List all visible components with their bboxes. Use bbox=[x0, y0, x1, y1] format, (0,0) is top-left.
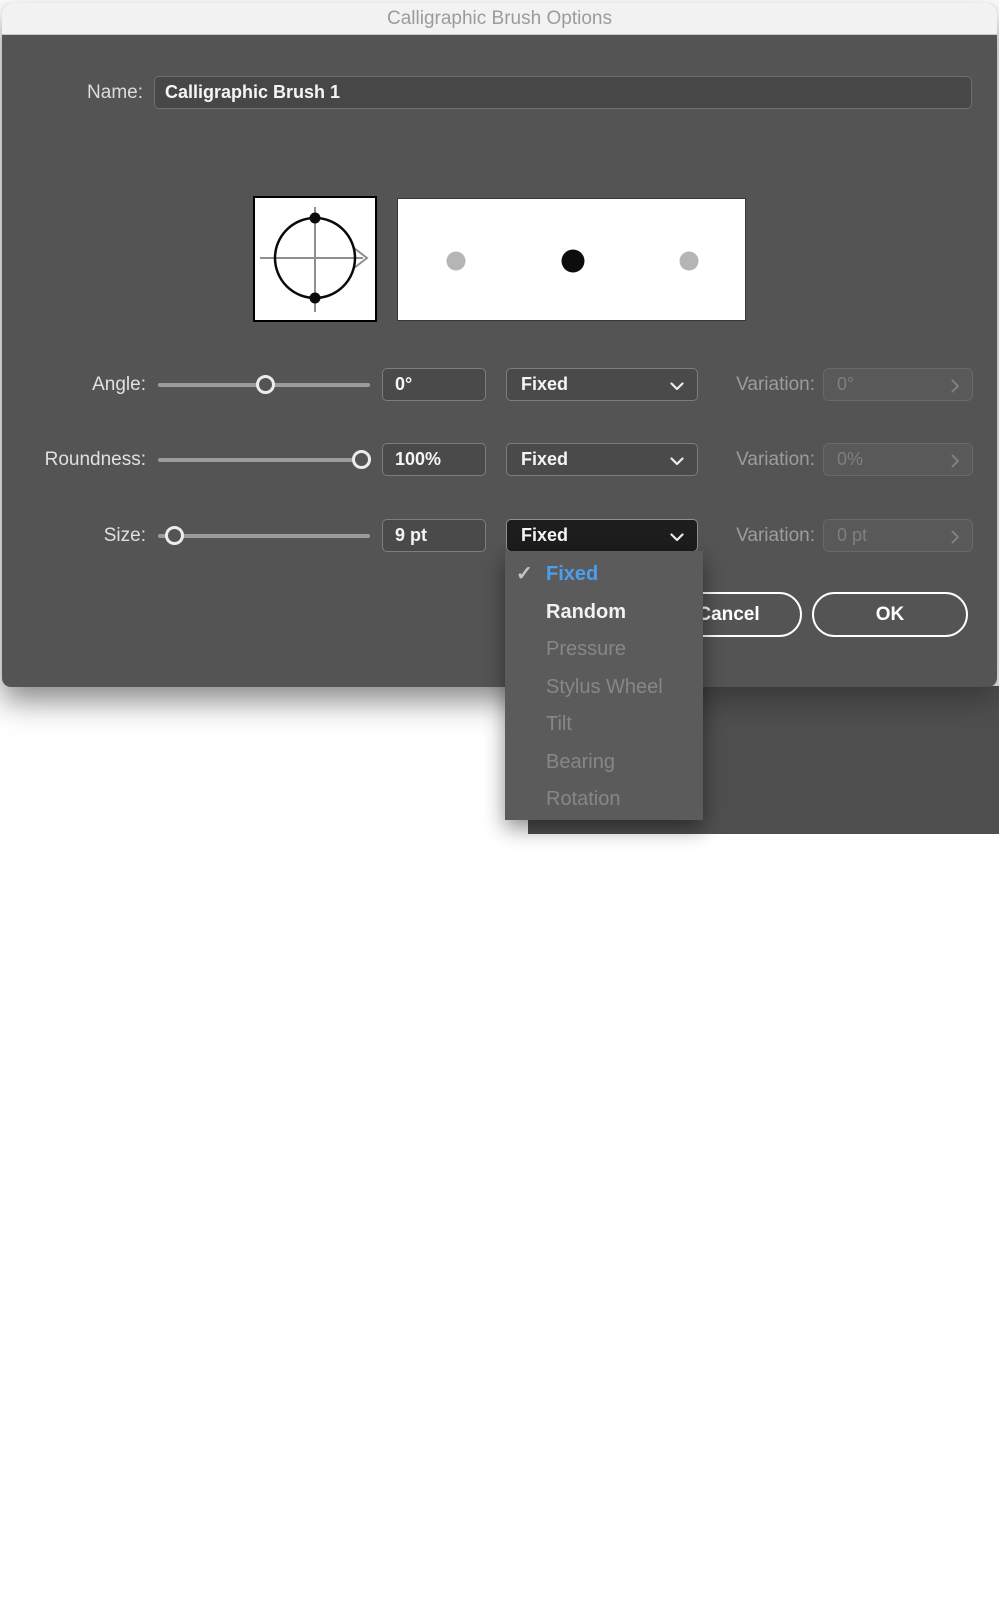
size-variation-value: 0 pt bbox=[837, 525, 867, 545]
roundness-row: Roundness: 100% Fixed Variation: 0% bbox=[2, 443, 997, 476]
angle-value-field[interactable]: 0° bbox=[382, 368, 486, 401]
roundness-slider[interactable] bbox=[158, 443, 370, 476]
checkmark-icon: ✓ bbox=[516, 556, 540, 594]
menu-item-tilt: Tilt bbox=[505, 706, 703, 744]
calligraphic-brush-options-dialog: Calligraphic Brush Options Name: Calligr… bbox=[2, 3, 997, 687]
roundness-slider-thumb[interactable] bbox=[352, 450, 371, 469]
size-label: Size: bbox=[2, 519, 146, 552]
chevron-right-icon bbox=[951, 454, 960, 468]
menu-item-bearing: Bearing bbox=[505, 744, 703, 782]
dialog-titlebar: Calligraphic Brush Options bbox=[2, 3, 997, 35]
roundness-mode-value: Fixed bbox=[521, 449, 568, 469]
menu-item-random[interactable]: Random bbox=[505, 594, 703, 632]
chevron-right-icon bbox=[951, 379, 960, 393]
roundness-value-field[interactable]: 100% bbox=[382, 443, 486, 476]
ok-button[interactable]: OK bbox=[812, 592, 968, 637]
angle-variation-value: 0° bbox=[837, 374, 854, 394]
brush-tip-diagram-graphic bbox=[255, 198, 375, 320]
angle-mode-value: Fixed bbox=[521, 374, 568, 394]
menu-item-label: Rotation bbox=[546, 788, 621, 810]
dialog-title: Calligraphic Brush Options bbox=[387, 8, 612, 30]
angle-variation-field: 0° bbox=[823, 368, 973, 401]
menu-item-stylus-wheel: Stylus Wheel bbox=[505, 669, 703, 707]
size-variation-label: Variation: bbox=[632, 519, 815, 552]
angle-slider[interactable] bbox=[158, 368, 370, 401]
menu-item-label: Bearing bbox=[546, 751, 615, 773]
name-label: Name: bbox=[2, 76, 143, 109]
size-value-field[interactable]: 9 pt bbox=[382, 519, 486, 552]
menu-item-label: Random bbox=[546, 601, 626, 623]
menu-item-pressure: Pressure bbox=[505, 631, 703, 669]
menu-item-label: Tilt bbox=[546, 713, 572, 735]
size-row: Size: 9 pt Fixed Variation: 0 pt bbox=[2, 519, 997, 552]
brush-preview-strip bbox=[397, 198, 746, 321]
angle-label: Angle: bbox=[2, 368, 146, 401]
brush-tip-diagram[interactable] bbox=[253, 196, 377, 322]
angle-row: Angle: 0° Fixed Variation: 0° bbox=[2, 368, 997, 401]
angle-variation-label: Variation: bbox=[632, 368, 815, 401]
name-input[interactable]: Calligraphic Brush 1 bbox=[154, 76, 972, 109]
size-slider[interactable] bbox=[158, 519, 370, 552]
size-variation-field: 0 pt bbox=[823, 519, 973, 552]
chevron-right-icon bbox=[951, 530, 960, 544]
menu-item-fixed[interactable]: ✓ Fixed bbox=[505, 556, 703, 594]
roundness-slider-track[interactable] bbox=[158, 458, 370, 462]
roundness-variation-label: Variation: bbox=[632, 443, 815, 476]
menu-item-label: Pressure bbox=[546, 638, 626, 660]
brush-preview-dots bbox=[398, 199, 745, 320]
size-mode-menu: ✓ Fixed Random Pressure Stylus Wheel Til… bbox=[505, 551, 703, 820]
size-slider-thumb[interactable] bbox=[165, 526, 184, 545]
menu-item-label: Fixed bbox=[546, 563, 598, 585]
angle-slider-thumb[interactable] bbox=[256, 375, 275, 394]
menu-item-label: Stylus Wheel bbox=[546, 676, 663, 698]
menu-item-rotation: Rotation bbox=[505, 781, 703, 819]
roundness-label: Roundness: bbox=[2, 443, 146, 476]
roundness-variation-value: 0% bbox=[837, 449, 863, 469]
size-mode-value: Fixed bbox=[521, 525, 568, 545]
roundness-variation-field: 0% bbox=[823, 443, 973, 476]
size-slider-track[interactable] bbox=[158, 534, 370, 538]
